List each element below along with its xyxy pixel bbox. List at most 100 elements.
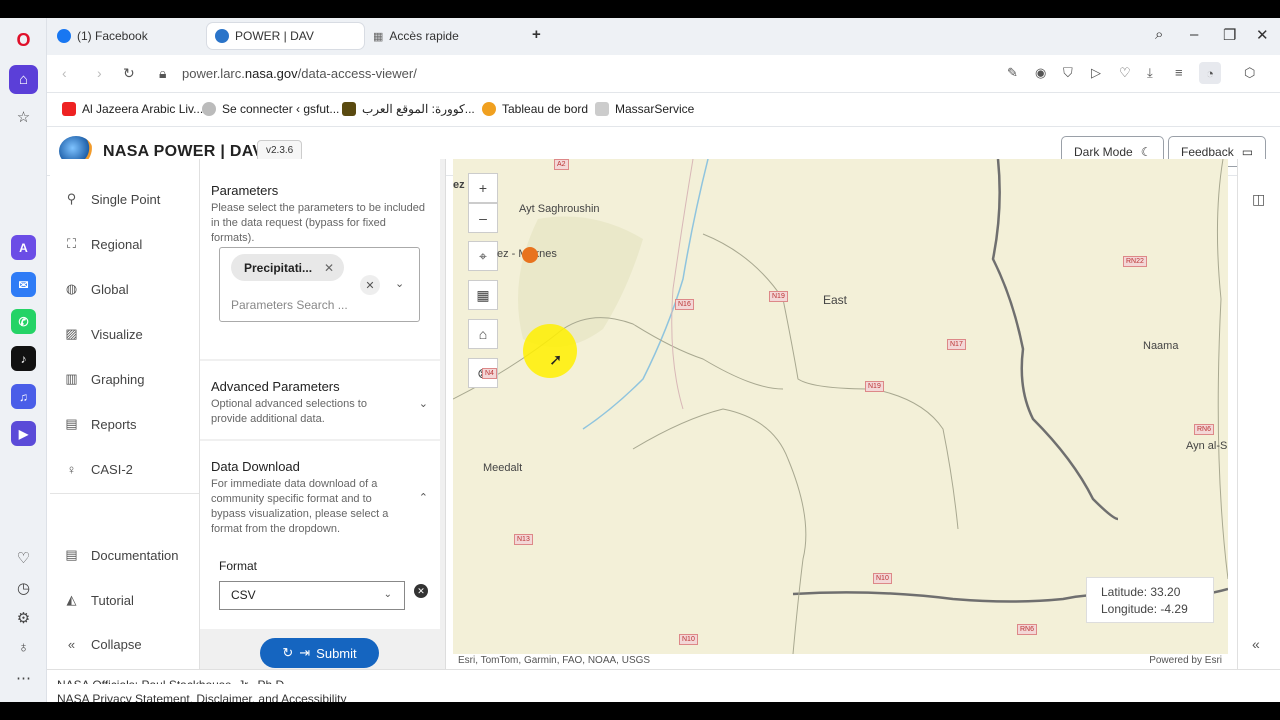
- bookmark-kooora[interactable]: كوورة: الموقع العرب...: [342, 102, 475, 116]
- spinner-icon: ↻: [282, 645, 294, 660]
- nav-tutorial[interactable]: ◭ Tutorial: [64, 592, 134, 608]
- restore-icon[interactable]: ❐: [1223, 26, 1236, 44]
- region-boundary-west: [453, 317, 784, 400]
- box-icon[interactable]: ⬡: [1244, 65, 1255, 81]
- nav-visualize[interactable]: ▨ Visualize: [64, 326, 142, 342]
- star-icon[interactable]: ☆: [9, 102, 38, 131]
- profile-icon[interactable]: ◔: [1199, 62, 1221, 84]
- road-shield: N4: [482, 368, 497, 379]
- close-icon[interactable]: ✕: [1256, 26, 1269, 44]
- place-label: ez: [453, 179, 465, 191]
- road-shield: RN22: [1123, 256, 1147, 267]
- heart-outline-icon[interactable]: ♡: [1119, 65, 1131, 81]
- bookmark-tableau[interactable]: Tableau de bord: [482, 102, 588, 116]
- chevron-up-icon[interactable]: ⌃: [419, 491, 428, 504]
- double-chevron-left-icon[interactable]: «: [1252, 636, 1260, 652]
- settings-icon[interactable]: ⚙: [9, 603, 38, 632]
- road-shield: N10: [873, 573, 892, 584]
- nav-regional[interactable]: ⛶ Regional: [64, 236, 142, 252]
- minimize-icon[interactable]: –: [1190, 26, 1198, 43]
- lock-icon: 🔒︎: [159, 65, 167, 81]
- left-navigation: ⚲ Single Point ⛶ Regional ◍ Global ▨ Visuali…: [50, 159, 200, 669]
- panel-toggle-icon[interactable]: ◫: [1252, 191, 1265, 208]
- chip-remove-icon[interactable]: ✕: [324, 261, 334, 275]
- reload-icon[interactable]: ↻: [123, 65, 135, 82]
- format-select[interactable]: CSV ⌄: [219, 581, 405, 610]
- new-tab-icon[interactable]: +: [532, 26, 541, 43]
- nav-casi[interactable]: ♀ CASI-2: [64, 462, 133, 477]
- home-icon[interactable]: ⌂: [9, 65, 38, 94]
- address-bar: ‹ › ↻ 🔒︎ power.larc.nasa.gov/data-access…: [47, 55, 1280, 93]
- opera-logo-icon[interactable]: O: [9, 26, 38, 55]
- tab-acces-rapide[interactable]: ▦ Accès rapide: [365, 23, 515, 49]
- graph-icon: ▥: [65, 371, 78, 386]
- nav-single-point[interactable]: ⚲ Single Point: [64, 191, 161, 207]
- tab-power-dav[interactable]: POWER | DAV: [207, 23, 364, 49]
- chevron-down-icon[interactable]: ⌄: [395, 277, 404, 290]
- nav-reports[interactable]: ▤ Reports: [64, 416, 136, 432]
- parameters-title: Parameters: [211, 183, 279, 198]
- bulb-icon: ♀: [66, 462, 77, 477]
- edit-icon[interactable]: ✎: [1007, 65, 1018, 81]
- more-icon[interactable]: ⋯: [9, 663, 38, 692]
- chevron-down-icon[interactable]: ⌄: [419, 397, 428, 410]
- camera-icon[interactable]: ◉: [1035, 65, 1046, 81]
- search-icon[interactable]: ⌕: [1155, 26, 1163, 43]
- tiktok-icon[interactable]: ♪: [11, 346, 36, 371]
- heart-icon[interactable]: ♡: [9, 543, 38, 572]
- download-icon[interactable]: ⤓: [1147, 65, 1153, 81]
- road-shield: N16: [675, 299, 694, 310]
- submit-button[interactable]: ↻ ⇥ Submit: [260, 638, 379, 668]
- advanced-parameters-section[interactable]: Advanced Parameters Optional advanced se…: [200, 361, 440, 439]
- nav-graphing[interactable]: ▥ Graphing: [64, 371, 144, 387]
- locate-button[interactable]: ⌖: [468, 241, 498, 271]
- tab-facebook[interactable]: (1) Facebook: [49, 23, 199, 49]
- url-field[interactable]: power.larc.nasa.gov/data-access-viewer/: [182, 66, 417, 81]
- zoom-out-button[interactable]: –: [468, 203, 498, 233]
- nav-documentation[interactable]: ▤ Documentation: [64, 547, 178, 563]
- zoom-in-button[interactable]: +: [468, 173, 498, 203]
- clear-all-icon[interactable]: ✕: [360, 275, 380, 295]
- parameters-description: Please select the parameters to be inclu…: [211, 202, 426, 244]
- music-icon[interactable]: ♫: [11, 384, 36, 409]
- parameter-chip[interactable]: Precipitati... ✕: [231, 254, 345, 281]
- advanced-description: Optional advanced selections to provide …: [211, 398, 367, 425]
- map-view[interactable]: + – ⌖ ▦ ⌂ ⊗ ez Ayt Saghroushin ez - Mekn…: [453, 159, 1228, 654]
- parameters-search-input[interactable]: Parameters Search ...: [231, 298, 348, 312]
- submit-icon: ⇥: [299, 645, 311, 660]
- history-icon[interactable]: ◷: [9, 573, 38, 602]
- back-icon[interactable]: ‹: [62, 65, 67, 81]
- qr-button[interactable]: ▦: [468, 280, 498, 310]
- bookmark-massar[interactable]: MassarService: [595, 102, 694, 116]
- screen-bottom-border: [0, 702, 1280, 720]
- gear-icon: [482, 102, 496, 116]
- road-line: [671, 159, 694, 410]
- road-shield: N13: [514, 534, 533, 545]
- forward-icon[interactable]: ›: [97, 65, 102, 81]
- map-attribution: Esri, TomTom, Garmin, FAO, NOAA, USGS Po…: [453, 654, 1228, 669]
- bookmark-gsfut[interactable]: Se connecter ‹ gsfut...: [202, 102, 339, 116]
- place-label: Meedalt: [483, 462, 523, 474]
- location-marker[interactable]: [522, 247, 538, 263]
- format-clear-icon[interactable]: ✕: [414, 584, 428, 598]
- place-label: Ayn al-S: [1186, 440, 1228, 452]
- kooora-icon: [342, 102, 356, 116]
- play-icon[interactable]: ▷: [1091, 65, 1101, 81]
- road-shield: RN6: [1194, 424, 1215, 435]
- screen-top-border: [0, 0, 1280, 18]
- region-boundary-east: [1216, 159, 1228, 580]
- bookmarks-bar: Al Jazeera Arabic Liv... Se connecter ‹ …: [47, 93, 1280, 127]
- whatsapp-icon[interactable]: ✆: [11, 309, 36, 334]
- nav-global[interactable]: ◍ Global: [64, 281, 129, 297]
- nav-collapse[interactable]: «Collapse: [64, 637, 142, 652]
- parameters-select[interactable]: Precipitati... ✕ ✕ ⌄ Parameters Search ..…: [219, 247, 420, 322]
- home-button[interactable]: ⌂: [468, 319, 498, 349]
- player-icon[interactable]: ▶: [11, 421, 36, 446]
- aria-icon[interactable]: A: [11, 235, 36, 260]
- visualize-icon: ▨: [65, 326, 78, 341]
- bookmark-aljazeera[interactable]: Al Jazeera Arabic Liv...: [62, 102, 203, 116]
- shield-icon[interactable]: ⛉: [1063, 65, 1073, 81]
- messenger-icon[interactable]: ✉: [11, 272, 36, 297]
- lightbulb-icon[interactable]: ♁: [9, 633, 38, 662]
- menu-icon[interactable]: ≡: [1175, 65, 1183, 80]
